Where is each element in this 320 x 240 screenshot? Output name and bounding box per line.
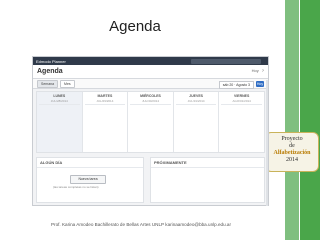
logo-line-1: Proyecto [281,136,303,142]
new-task-button[interactable]: Nueva tarea [70,175,106,184]
go-button[interactable]: Hoy [256,81,264,87]
logo-line-4: 2014 [286,157,298,163]
page-header: Agenda Hoy ? [33,65,268,79]
divider [175,104,217,105]
app-brand[interactable]: Edmodo Planner [36,59,66,64]
day-date: JUL/30/2014 [141,99,159,103]
day-date: JUL/28/2014 [50,99,68,103]
date-range-select[interactable]: sáb 20 · Agosto 3 [218,81,254,89]
panel-hint: (las tareas completas no se listan) [53,185,99,189]
help-icon[interactable]: ? [262,68,264,73]
panel-title: PRÓXIMAMENTE [151,158,264,168]
panel-title: ALGÚN DÍA [37,158,143,168]
divider [39,104,80,105]
day-name: MIÉRCOLES [140,94,161,98]
day-date: JUL/29/2014 [96,99,114,103]
logo-line-3: Alfabetización [273,150,311,156]
tab-month[interactable]: Mes [60,79,75,88]
slide-footer: Prof. Karina Amodeo Bachillerato de Bell… [50,222,231,227]
week-calendar: LUNES JUL/28/2014 MARTES JUL/29/2014 MIÉ… [36,91,265,153]
page-title: Agenda [37,68,63,75]
day-column[interactable]: JUEVES JUL/31/2014 [174,92,220,152]
decorative-sidebar: Proyecto de Alfabetización 2014 [265,0,320,240]
day-date: AGO/01/2014 [232,99,251,103]
divider [221,104,262,105]
logo-line-2: de [289,143,295,149]
planner-screenshot: Edmodo Planner Agenda Hoy ? Semana Mes s… [32,56,269,206]
tab-week[interactable]: Semana [37,79,59,88]
topbar-search-input[interactable] [191,58,261,64]
green-stripe-dark [300,0,320,240]
upcoming-panel: PRÓXIMAMENTE [150,157,265,203]
day-name: VIERNES [233,94,250,98]
day-column[interactable]: LUNES JUL/28/2014 [37,92,83,152]
slide-title: Agenda [109,18,161,35]
project-logo: Proyecto de Alfabetización 2014 [265,132,319,172]
today-link[interactable]: Hoy [252,68,259,73]
day-name: MARTES [97,94,113,98]
someday-panel: ALGÚN DÍA Nueva tarea (las tareas comple… [36,157,144,203]
scrollbar[interactable] [266,80,268,206]
header-actions: Hoy ? [252,68,264,73]
green-stripe-light [285,0,299,240]
day-column[interactable]: VIERNES AGO/01/2014 [219,92,264,152]
day-date: JUL/31/2014 [187,99,205,103]
app-topbar: Edmodo Planner [33,57,268,65]
view-tabs: Semana Mes sáb 20 · Agosto 3 Hoy [33,79,268,89]
divider [130,104,171,105]
day-name: JUEVES [189,94,203,98]
day-name: LUNES [53,94,66,98]
day-column[interactable]: MARTES JUL/29/2014 [83,92,129,152]
day-column[interactable]: MIÉRCOLES JUL/30/2014 [128,92,174,152]
divider [84,104,126,105]
